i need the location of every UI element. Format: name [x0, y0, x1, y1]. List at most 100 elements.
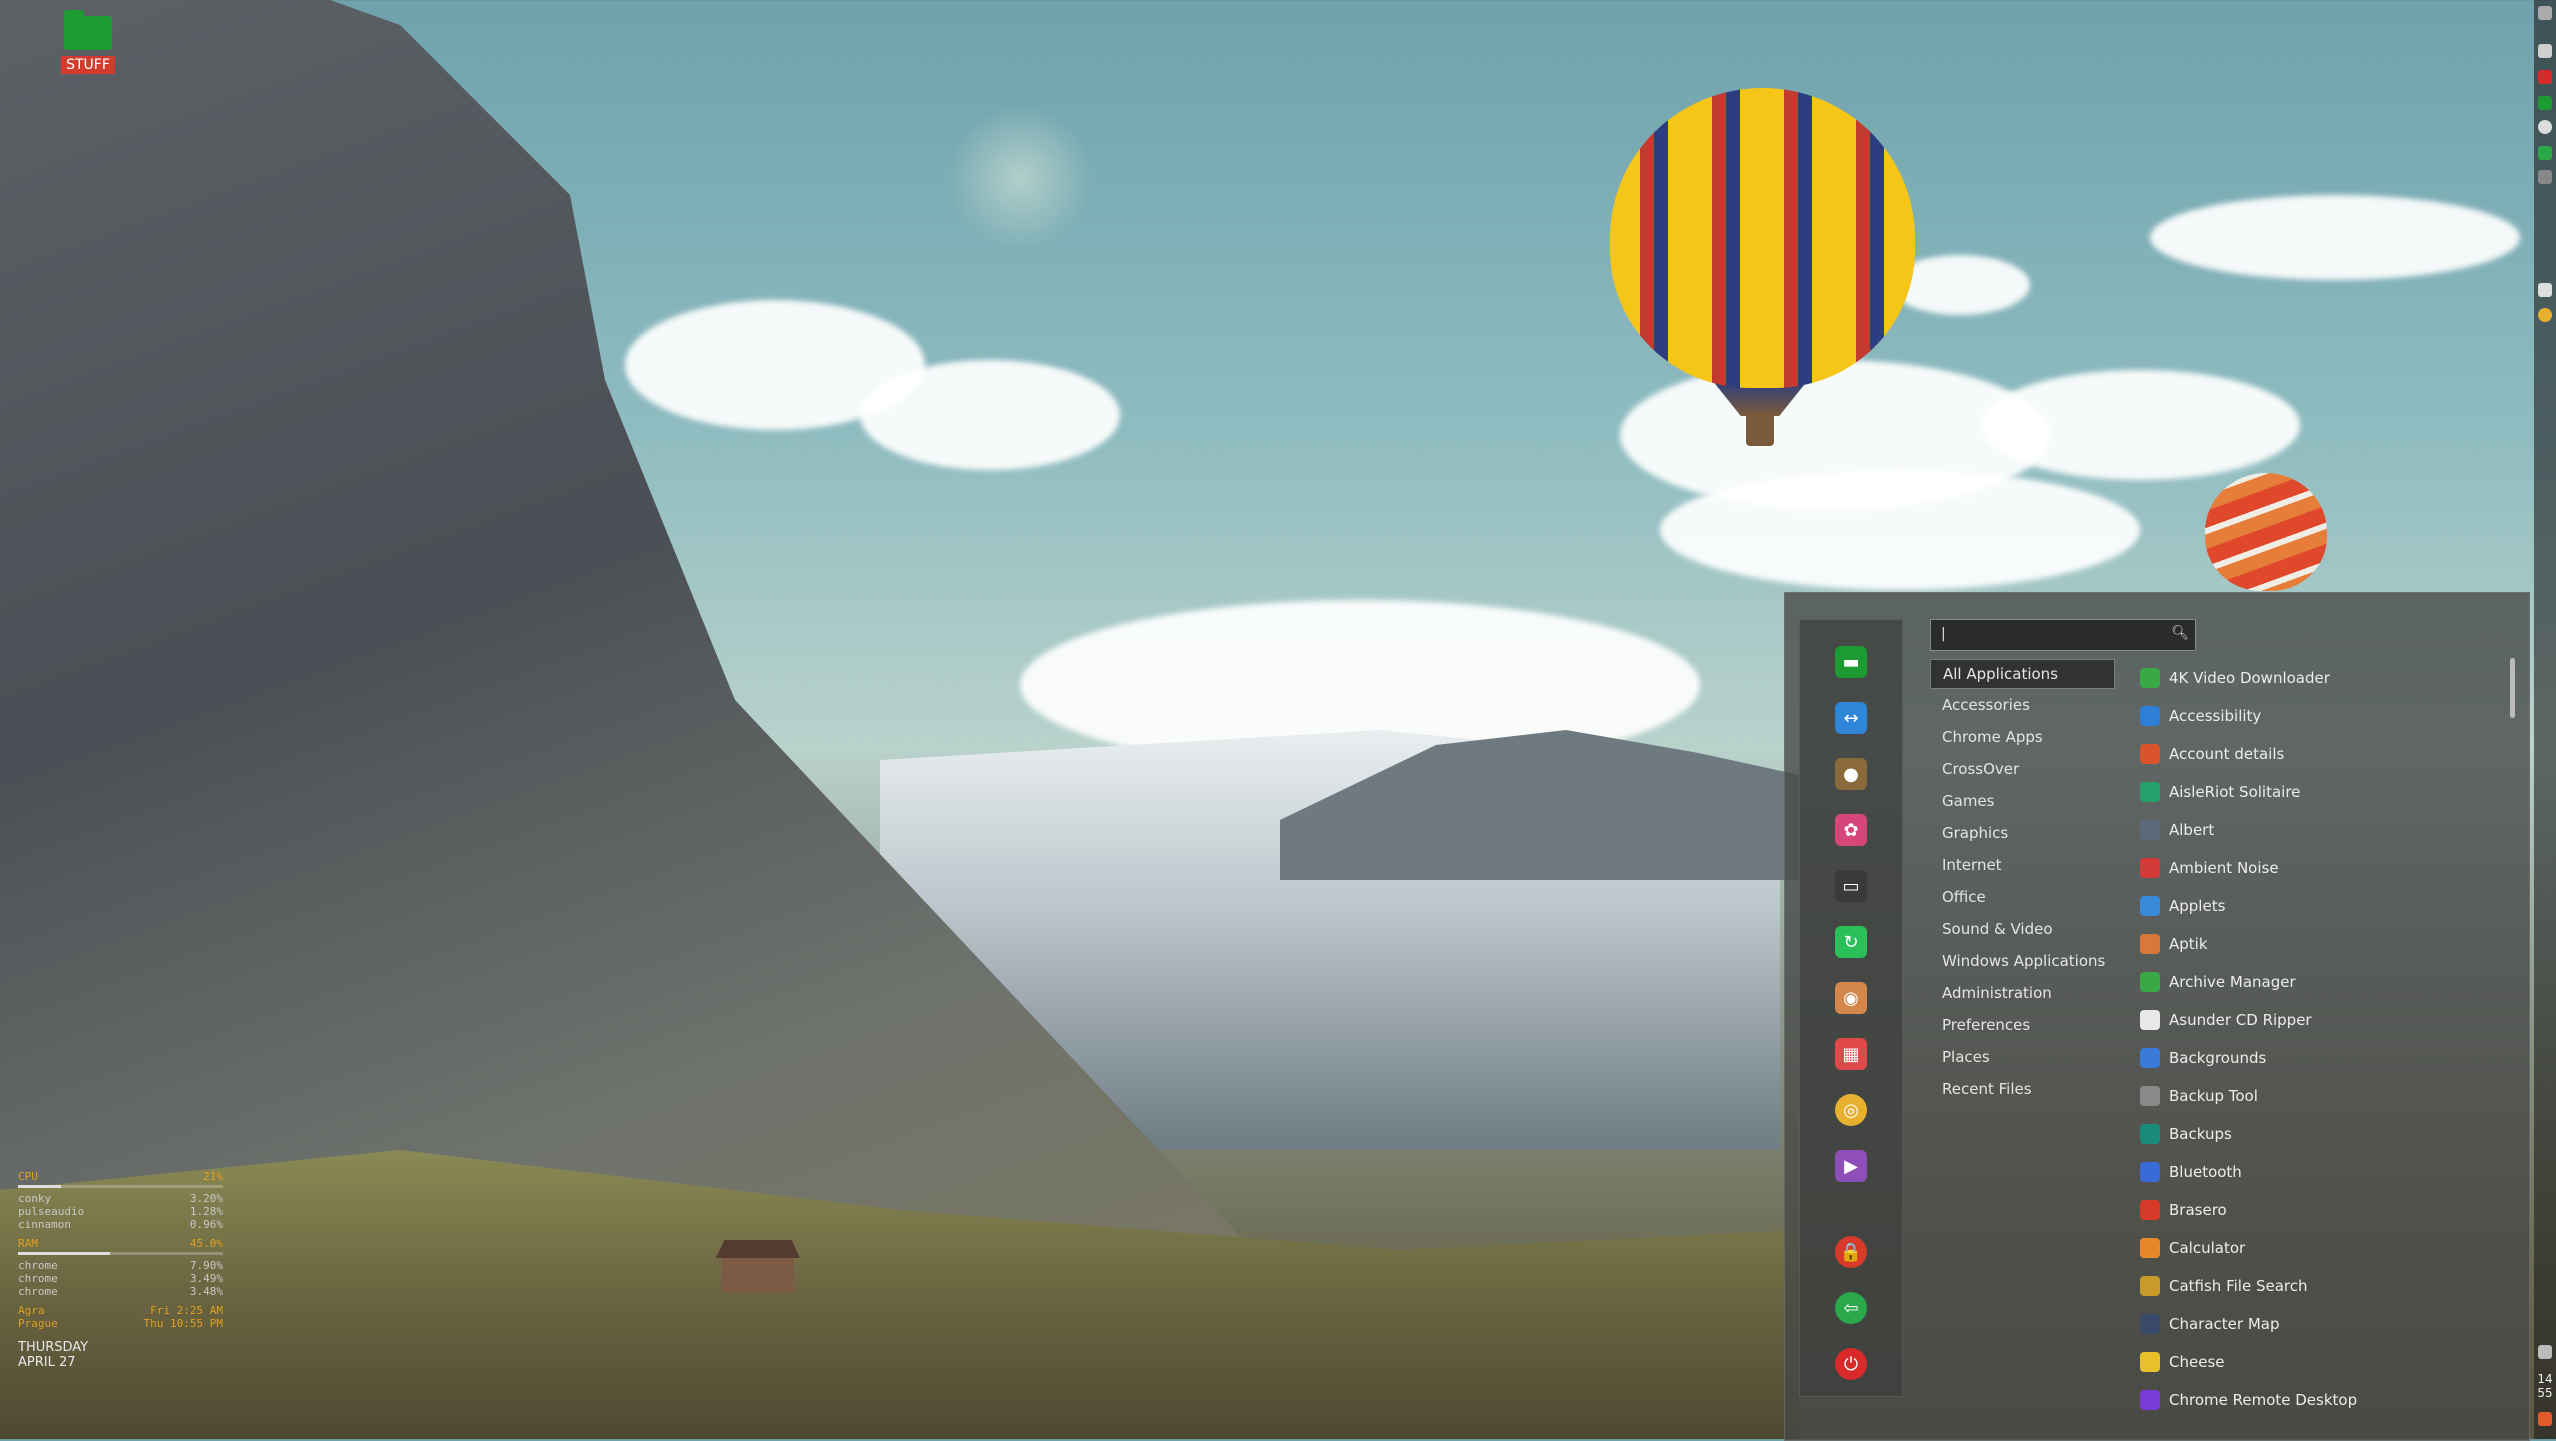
- weather-icon[interactable]: [2538, 44, 2552, 58]
- cd-icon: [2140, 1010, 2160, 1030]
- app-item-label: 4K Video Downloader: [2169, 669, 2330, 687]
- app-item[interactable]: Character Map: [2140, 1305, 2490, 1343]
- camera-icon: ◉: [1843, 987, 1859, 1009]
- app-item[interactable]: Catfish File Search: [2140, 1267, 2490, 1305]
- category-item[interactable]: All Applications: [1930, 659, 2115, 689]
- app-item[interactable]: Account details: [2140, 735, 2490, 773]
- mem-value: 7.90%: [189, 1259, 223, 1272]
- app-item[interactable]: Asunder CD Ripper: [2140, 1001, 2490, 1039]
- favorite-gimp-button[interactable]: ●: [1835, 758, 1867, 790]
- favorite-logout-button[interactable]: ⇦: [1835, 1292, 1867, 1324]
- category-item[interactable]: Games: [1930, 785, 2115, 817]
- cloud-icon[interactable]: [2538, 170, 2552, 184]
- app-item[interactable]: Brasero: [2140, 1191, 2490, 1229]
- app-item-label: Calculator: [2169, 1239, 2246, 1257]
- category-item[interactable]: Accessories: [1930, 689, 2115, 721]
- cards-icon: [2140, 782, 2160, 802]
- volume-icon[interactable]: [2538, 1345, 2552, 1359]
- folder-icon[interactable]: [2538, 96, 2552, 110]
- search-value: |: [1941, 626, 1946, 642]
- app-item[interactable]: Backup Tool: [2140, 1077, 2490, 1115]
- favorite-teamviewer-button[interactable]: ↔: [1835, 702, 1867, 734]
- ram-bar: [18, 1252, 223, 1255]
- proc-name: cinnamon: [18, 1218, 71, 1231]
- search-icon: 🔍︎: [2171, 625, 2189, 641]
- folder-icon: [64, 10, 112, 50]
- cpu-value: 21%: [203, 1170, 223, 1183]
- favorite-chrome-button[interactable]: ◎: [1835, 1094, 1867, 1126]
- proc-name: conky: [18, 1192, 52, 1205]
- ram-label: RAM: [18, 1237, 38, 1250]
- lock-icon: 🔒: [1839, 1241, 1863, 1263]
- conky-monitor: CPU 21% conky 3.20% pulseaudio 1.28% cinna…: [18, 1170, 223, 1370]
- category-item[interactable]: Places: [1930, 1041, 2115, 1073]
- category-item[interactable]: Sound & Video: [1930, 913, 2115, 945]
- category-item[interactable]: Graphics: [1930, 817, 2115, 849]
- app-item[interactable]: Applets: [2140, 887, 2490, 925]
- favorite-player-button[interactable]: ▶: [1835, 1150, 1867, 1182]
- app-item[interactable]: Chrome Remote Desktop: [2140, 1381, 2490, 1419]
- wallpaper-cloud: [860, 360, 1120, 470]
- category-item[interactable]: Chrome Apps: [1930, 721, 2115, 753]
- app-item-label: Applets: [2169, 897, 2226, 915]
- wallpaper-sun: [948, 105, 1093, 250]
- favorite-lock-button[interactable]: 🔒: [1835, 1236, 1867, 1268]
- category-item[interactable]: CrossOver: [1930, 753, 2115, 785]
- search-input[interactable]: | 🔍︎: [1930, 619, 2196, 651]
- app-item[interactable]: Archive Manager: [2140, 963, 2490, 1001]
- bluetooth-icon: [2140, 1162, 2160, 1182]
- app-item[interactable]: Cheese: [2140, 1343, 2490, 1381]
- app-item[interactable]: Calculator: [2140, 1229, 2490, 1267]
- app-item[interactable]: AisleRiot Solitaire: [2140, 773, 2490, 811]
- favorite-pinwheel-button[interactable]: ✿: [1835, 814, 1867, 846]
- favorite-terminal-button[interactable]: ▭: [1835, 870, 1867, 902]
- desktop-folder-stuff[interactable]: STUFF: [58, 10, 118, 74]
- ram-bar-fill: [18, 1252, 111, 1255]
- category-item[interactable]: Office: [1930, 881, 2115, 913]
- calculator-icon: [2140, 1238, 2160, 1258]
- gmail-icon[interactable]: [2538, 70, 2552, 84]
- brasero-icon: [2140, 1200, 2160, 1220]
- favorite-camera-button[interactable]: ◉: [1835, 982, 1867, 1014]
- right-panel: 14 55: [2534, 0, 2556, 1439]
- notes-icon[interactable]: [2538, 283, 2552, 297]
- wallpaper-cloud: [1980, 370, 2300, 480]
- app-item[interactable]: Bluetooth: [2140, 1153, 2490, 1191]
- category-item[interactable]: Recent Files: [1930, 1073, 2115, 1105]
- favorite-green-app-button[interactable]: ↻: [1835, 926, 1867, 958]
- check-icon[interactable]: [2538, 146, 2552, 160]
- conky-day: THURSDAY: [18, 1340, 89, 1355]
- favorite-files-button[interactable]: ▬: [1835, 646, 1867, 678]
- mem-value: 3.49%: [189, 1272, 223, 1285]
- user-icon: [2140, 744, 2160, 764]
- app-item-label: Cheese: [2169, 1353, 2225, 1371]
- menu-launcher-icon[interactable]: [2538, 1412, 2552, 1426]
- app-item[interactable]: Ambient Noise: [2140, 849, 2490, 887]
- app-item-label: AisleRiot Solitaire: [2169, 783, 2301, 801]
- app-item[interactable]: Albert: [2140, 811, 2490, 849]
- proc-value: 1.28%: [189, 1205, 223, 1218]
- favorite-power-button[interactable]: ⏻: [1835, 1348, 1867, 1380]
- category-item[interactable]: Internet: [1930, 849, 2115, 881]
- app-item-label: Catfish File Search: [2169, 1277, 2308, 1295]
- app-item[interactable]: 4K Video Downloader: [2140, 659, 2490, 697]
- app-item[interactable]: Backups: [2140, 1115, 2490, 1153]
- panel-clock[interactable]: 14 55: [2534, 1372, 2556, 1400]
- chrome-icon[interactable]: [2538, 308, 2552, 322]
- app-item[interactable]: Accessibility: [2140, 697, 2490, 735]
- app-item[interactable]: Aptik: [2140, 925, 2490, 963]
- character-map-icon: [2140, 1314, 2160, 1334]
- category-item[interactable]: Administration: [1930, 977, 2115, 1009]
- app-item[interactable]: Backgrounds: [2140, 1039, 2490, 1077]
- cpu-bar: [18, 1185, 223, 1188]
- favorite-calendar-button[interactable]: ▦: [1835, 1038, 1867, 1070]
- app-item-label: Ambient Noise: [2169, 859, 2279, 877]
- proc-name: pulseaudio: [18, 1205, 85, 1218]
- category-item[interactable]: Preferences: [1930, 1009, 2115, 1041]
- conky-date: APRIL 27: [18, 1355, 76, 1370]
- category-item[interactable]: Windows Applications: [1930, 945, 2115, 977]
- network-icon[interactable]: [2538, 6, 2552, 20]
- app-list-scrollbar[interactable]: [2510, 658, 2515, 718]
- download-cloud-icon: [2140, 668, 2160, 688]
- bulb-icon[interactable]: [2538, 120, 2552, 134]
